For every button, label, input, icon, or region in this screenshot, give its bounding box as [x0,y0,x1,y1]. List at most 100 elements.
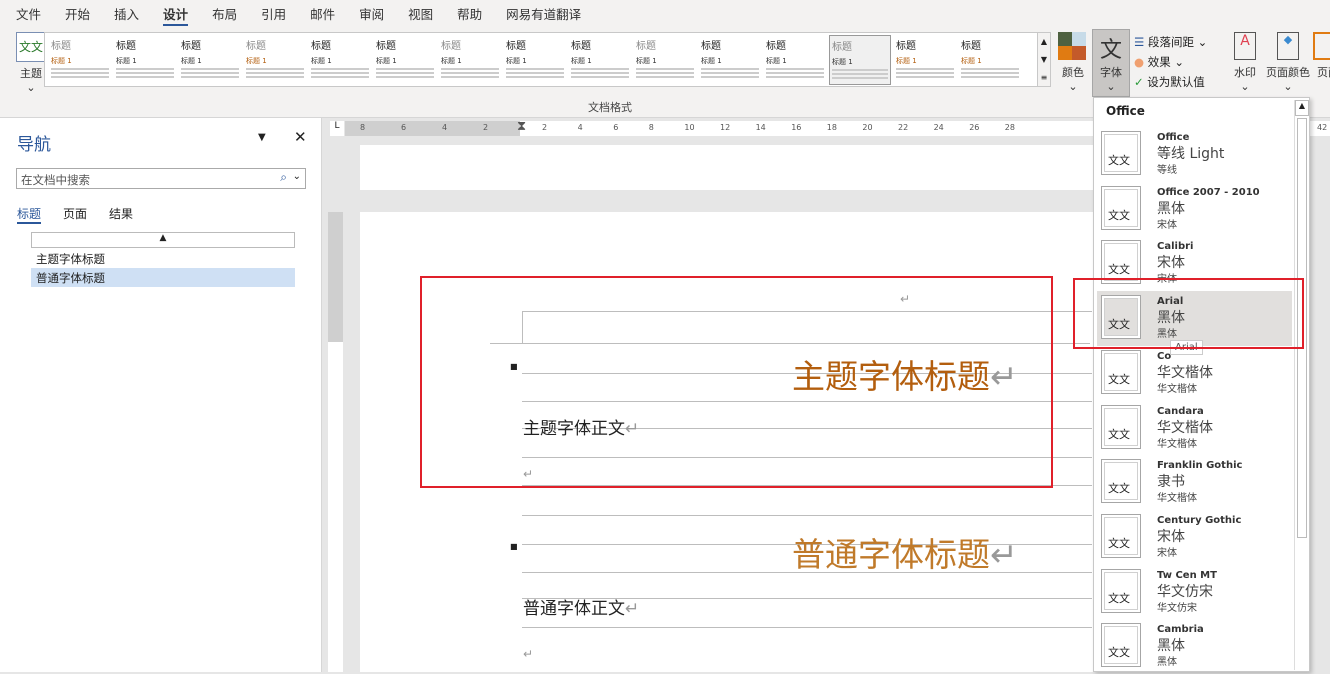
thumb-heading: 标题 1 [571,57,592,65]
style-set-thumbnail[interactable]: 标题 标题 1 [699,35,761,85]
heading-font: 等线 Light [1157,146,1225,162]
menu-bar: 文件 开始 插入 设计 布局 引用 邮件 审阅 视图 帮助 网易有道翻译 [0,0,1330,27]
colors-button[interactable]: 颜色 ⌄ [1058,32,1088,93]
thumb-title: 标题 [832,42,852,53]
thumb-title: 标题 [246,41,266,52]
style-set-thumbnail[interactable]: 标题 标题 1 [569,35,631,85]
ruler-number: 8 [360,123,366,132]
font-preview-icon: 文文 [1101,459,1141,504]
font-theme-item[interactable]: 文文 Office 2007 - 2010 黑体 宋体 [1097,182,1292,237]
font-preview-icon: 文文 [1101,131,1141,175]
themes-icon: 文文 [16,32,46,62]
watermark-label: 水印 [1234,66,1256,79]
close-icon[interactable]: ✕ [294,128,307,146]
thumb-title: 标题 [311,41,331,52]
themes-button[interactable]: 文文 主题 ⌄ [14,32,48,96]
menu-tab[interactable]: 设计 [163,0,189,27]
menu-tab[interactable]: 文件 [16,0,41,26]
set-default-button[interactable]: ✓ 设为默认值 [1134,72,1207,92]
nav-collapse-button[interactable]: ▲ [31,232,295,248]
gallery-scroll[interactable]: ▲ ▼ ≡ [1037,32,1051,87]
menu-tab[interactable]: 引用 [261,0,286,26]
body-font: 华文楷体 [1157,438,1197,450]
ruler-number: 6 [613,123,619,132]
page-color-icon: ◆ [1277,32,1299,60]
vertical-ruler[interactable] [328,212,343,672]
tab-selector[interactable]: L [330,121,344,136]
style-set-thumbnail[interactable]: 标题 标题 1 [894,35,956,85]
page-color-button[interactable]: ◆ 页面颜色 ⌄ [1264,32,1312,93]
chevron-down-icon[interactable]: ⌄ [293,171,301,182]
set-default-label: 设为默认值 [1147,75,1205,89]
style-set-thumbnail[interactable]: 标题 标题 1 [49,35,111,85]
heading-normal-font[interactable]: 普通字体标题↵ [792,528,1018,576]
heading-font: 华文仿宋 [1157,583,1213,600]
page-borders-button[interactable]: 页面 [1313,32,1330,80]
scroll-up-icon[interactable]: ▲ [1295,100,1309,116]
font-theme-item[interactable]: 文文 Tw Cen MT 华文仿宋 华文仿宋 [1097,565,1292,620]
style-set-thumbnail[interactable]: 标题 标题 1 [374,35,436,85]
fonts-dropdown: Office 文文 Office 等线 Light 等线 文文 Office 2007 -… [1093,97,1310,672]
paragraph-mark: ↵ [625,599,640,619]
checkmark-icon: ✓ [1134,75,1144,89]
nav-search-input[interactable]: 在文档中搜索 ⌕ ⌄ [16,168,306,189]
nav-heading-item[interactable]: 主题字体标题 [31,249,295,268]
style-set-thumbnail[interactable]: 标题 标题 1 [504,35,566,85]
font-theme-item[interactable]: 文文 Century Gothic 宋体 宋体 [1097,510,1292,565]
menu-tab[interactable]: 布局 [212,0,237,26]
nav-options-icon[interactable]: ▼ [258,132,266,143]
nav-tab[interactable]: 标题 [17,205,42,224]
menu-tab[interactable]: 帮助 [457,0,482,26]
effects-button[interactable]: ● 效果 ⌄ [1134,52,1207,72]
font-theme-item[interactable]: 文文 Cambria 黑体 黑体 [1097,619,1292,674]
themes-label: 主题 [20,67,42,80]
ruler-number: 18 [826,123,837,132]
font-theme-name: Office [1157,132,1190,143]
ruler-number: 28 [1004,123,1015,132]
menu-tab[interactable]: 开始 [65,0,90,26]
style-set-thumbnail[interactable]: 标题 标题 1 [244,35,306,85]
ruler-number: 6 [401,123,407,132]
menu-tab[interactable]: 邮件 [310,0,335,26]
thumb-title: 标题 [181,41,201,52]
search-icon[interactable]: ⌕ [280,170,287,185]
ruler-number: 16 [791,123,802,132]
menu-tab[interactable]: 插入 [114,0,139,26]
thumb-title: 标题 [961,41,981,52]
font-preview-icon: 文文 [1101,568,1141,613]
nav-tab[interactable]: 页面 [63,205,87,224]
document-format-gallery: 标题 标题 1 标题 标题 1 标题 标题 1 标题 标题 1 标题 标题 1 标题 标题 1 标题 标题… [44,32,1051,87]
nav-tab[interactable]: 结果 [109,205,133,224]
style-set-thumbnail[interactable]: 标题 标题 1 [959,35,1021,85]
scrollbar[interactable]: ▲ [1294,100,1309,670]
heading-font: 华文楷体 [1157,364,1213,381]
thumb-heading: 标题 1 [506,57,527,65]
style-set-thumbnail[interactable]: 标题 标题 1 [179,35,241,85]
menu-tab[interactable]: 视图 [408,0,433,26]
menu-tab[interactable]: 网易有道翻译 [506,0,581,26]
font-theme-item[interactable]: 文文 Office 等线 Light 等线 [1097,127,1292,182]
watermark-button[interactable]: A 水印 ⌄ [1228,32,1262,93]
highlight-box [1073,278,1304,349]
font-theme-name: Century Gothic [1157,514,1242,526]
chevron-down-icon: ⌄ [1068,80,1078,93]
menu-tab[interactable]: 审阅 [359,0,384,26]
fonts-icon: 文 [1099,38,1122,63]
style-set-thumbnail[interactable]: 标题 标题 1 [829,35,891,85]
font-theme-item[interactable]: 文文 Franklin Gothic 隶书 华文楷体 [1097,455,1292,510]
fonts-button[interactable]: 文 字体 ⌄ [1092,29,1130,97]
paragraph-spacing-button[interactable]: ☰ 段落间距 ⌄ [1134,32,1207,52]
thumb-heading: 标题 1 [766,57,787,65]
thumb-title: 标题 [51,41,71,52]
style-set-thumbnail[interactable]: 标题 标题 1 [764,35,826,85]
body-normal-font[interactable]: 普通字体正文↵ [523,594,639,619]
style-set-thumbnail[interactable]: 标题 标题 1 [439,35,501,85]
nav-heading-item[interactable]: 普通字体标题 [31,268,295,287]
indent-marker[interactable]: ⧗ [517,119,526,134]
thumb-heading: 标题 1 [896,57,917,65]
style-set-thumbnail[interactable]: 标题 标题 1 [114,35,176,85]
style-set-thumbnail[interactable]: 标题 标题 1 [634,35,696,85]
section-header: Office [1106,104,1145,118]
font-theme-item[interactable]: 文文 Candara 华文楷体 华文楷体 [1097,401,1292,456]
style-set-thumbnail[interactable]: 标题 标题 1 [309,35,371,85]
